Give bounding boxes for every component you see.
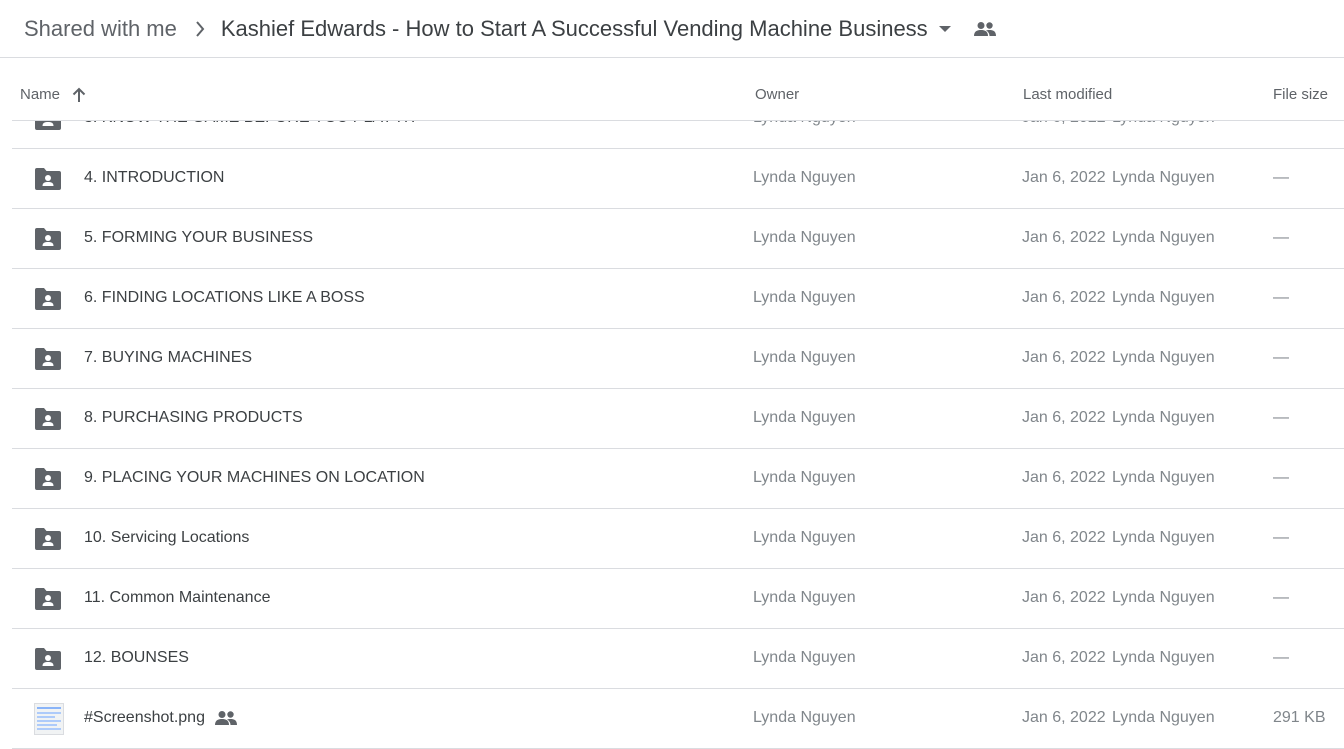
file-owner: Lynda Nguyen <box>753 589 856 606</box>
file-name: #Screenshot.png <box>84 709 205 726</box>
table-row[interactable]: 11. Common Maintenance Lynda Nguyen Jan … <box>12 569 1344 629</box>
file-name: 8. PURCHASING PRODUCTS <box>84 409 303 426</box>
table-row[interactable]: 4. INTRODUCTION Lynda Nguyen Jan 6, 2022… <box>12 149 1344 209</box>
file-name-container: #Screenshot.png <box>84 709 237 727</box>
modified-by: Lynda Nguyen <box>1112 649 1215 666</box>
file-size: — <box>1273 469 1289 486</box>
modified-by: Lynda Nguyen <box>1112 469 1215 486</box>
column-name[interactable]: Name <box>20 86 86 103</box>
file-owner: Lynda Nguyen <box>753 349 856 366</box>
file-owner: Lynda Nguyen <box>753 409 856 426</box>
file-owner: Lynda Nguyen <box>753 469 856 486</box>
modified-by: Lynda Nguyen <box>1112 289 1215 306</box>
file-owner: Lynda Nguyen <box>753 229 856 246</box>
modified-date: Jan 6, 2022 <box>1022 349 1106 366</box>
caret-down-icon[interactable] <box>938 25 952 33</box>
modified-by: Lynda Nguyen <box>1112 529 1215 546</box>
shared-folder-icon <box>35 407 61 431</box>
table-row[interactable]: 7. BUYING MACHINES Lynda Nguyen Jan 6, 2… <box>12 329 1344 389</box>
modified-by: Lynda Nguyen <box>1112 169 1215 186</box>
file-size: — <box>1273 169 1289 186</box>
column-owner: Owner <box>755 86 800 103</box>
shared-folder-icon <box>35 527 61 551</box>
shared-folder-icon <box>35 227 61 251</box>
file-name: 11. Common Maintenance <box>84 589 271 606</box>
modified-date: Jan 6, 2022 <box>1022 589 1106 606</box>
modified-by: Lynda Nguyen <box>1112 229 1215 246</box>
table-row[interactable]: 12. BOUNSES Lynda Nguyen Jan 6, 2022 Lyn… <box>12 629 1344 689</box>
modified-date: Jan 6, 2022 <box>1022 229 1106 246</box>
column-header-row: Name Owner Last modified File size <box>12 58 1344 121</box>
file-owner: Lynda Nguyen <box>753 289 856 306</box>
chevron-right-icon <box>195 20 205 37</box>
file-name: 10. Servicing Locations <box>84 529 250 546</box>
image-thumbnail-icon <box>34 703 64 735</box>
file-owner: Lynda Nguyen <box>753 169 856 186</box>
file-owner: Lynda Nguyen <box>753 529 856 546</box>
file-size: — <box>1273 289 1289 306</box>
modified-by: Lynda Nguyen <box>1112 709 1215 726</box>
arrow-up-icon[interactable] <box>72 87 86 103</box>
column-file-size: File size <box>1273 86 1329 103</box>
column-name-label: Name <box>20 86 61 103</box>
modified-date: Jan 6, 2022 <box>1022 649 1106 666</box>
shared-folder-icon <box>35 467 61 491</box>
modified-date: Jan 6, 2022 <box>1022 169 1106 186</box>
table-row[interactable]: 9. PLACING YOUR MACHINES ON LOCATION Lyn… <box>12 449 1344 509</box>
file-size: — <box>1273 229 1289 246</box>
file-name: 7. BUYING MACHINES <box>84 349 253 366</box>
table-row[interactable]: #Screenshot.png Lynda Nguyen Jan 6, 2022… <box>12 689 1344 749</box>
shared-people-icon <box>214 710 237 726</box>
file-list: 3. KNOW THE GAME BEFORE YOU PLAY IT! Lyn… <box>12 89 1344 749</box>
file-size: — <box>1273 589 1289 606</box>
shared-folder-icon <box>35 347 61 371</box>
modified-by: Lynda Nguyen <box>1112 349 1215 366</box>
people-icon[interactable] <box>973 21 996 37</box>
modified-date: Jan 6, 2022 <box>1022 289 1106 306</box>
modified-by: Lynda Nguyen <box>1112 589 1215 606</box>
modified-by: Lynda Nguyen <box>1112 409 1215 426</box>
file-name: 12. BOUNSES <box>84 649 189 666</box>
modified-date: Jan 6, 2022 <box>1022 409 1106 426</box>
file-size: — <box>1273 349 1289 366</box>
file-name: 9. PLACING YOUR MACHINES ON LOCATION <box>84 469 425 486</box>
shared-folder-icon <box>35 287 61 311</box>
file-owner: Lynda Nguyen <box>753 709 856 726</box>
file-size: — <box>1273 649 1289 666</box>
breadcrumb-shared-with-me[interactable]: Shared with me <box>24 16 177 42</box>
file-size: 291 KB <box>1273 709 1326 726</box>
breadcrumb: Shared with me Kashief Edwards - How to … <box>0 0 1344 58</box>
modified-date: Jan 6, 2022 <box>1022 709 1106 726</box>
shared-folder-icon <box>35 647 61 671</box>
column-last-modified[interactable]: Last modified <box>1023 86 1112 103</box>
shared-folder-icon <box>35 167 61 191</box>
table-row[interactable]: 10. Servicing Locations Lynda Nguyen Jan… <box>12 509 1344 569</box>
file-owner: Lynda Nguyen <box>753 649 856 666</box>
table-row[interactable]: 6. FINDING LOCATIONS LIKE A BOSS Lynda N… <box>12 269 1344 329</box>
file-size: — <box>1273 529 1289 546</box>
file-name: 5. FORMING YOUR BUSINESS <box>84 229 314 246</box>
file-size: — <box>1273 409 1289 426</box>
table-row[interactable]: 8. PURCHASING PRODUCTS Lynda Nguyen Jan … <box>12 389 1344 449</box>
breadcrumb-current-folder[interactable]: Kashief Edwards - How to Start A Success… <box>221 16 928 42</box>
table-row[interactable]: 5. FORMING YOUR BUSINESS Lynda Nguyen Ja… <box>12 209 1344 269</box>
modified-date: Jan 6, 2022 <box>1022 469 1106 486</box>
file-name: 6. FINDING LOCATIONS LIKE A BOSS <box>84 289 365 306</box>
shared-folder-icon <box>35 587 61 611</box>
file-name: 4. INTRODUCTION <box>84 169 225 186</box>
modified-date: Jan 6, 2022 <box>1022 529 1106 546</box>
